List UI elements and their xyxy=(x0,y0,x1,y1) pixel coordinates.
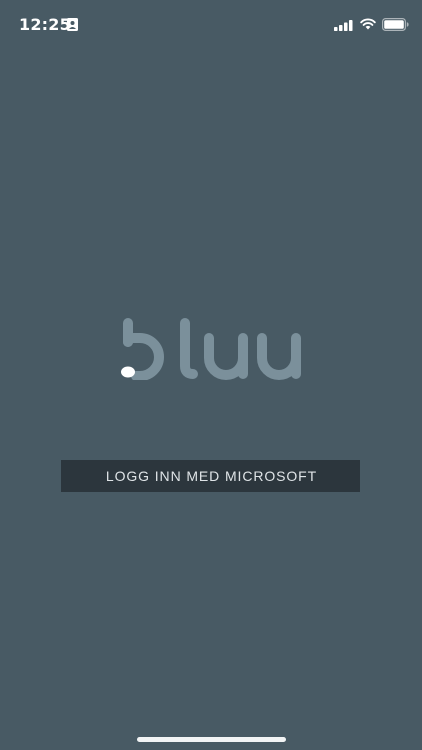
login-with-microsoft-button[interactable]: LOGG INN MED MICROSOFT xyxy=(61,460,360,492)
battery-icon xyxy=(382,18,409,31)
home-indicator[interactable] xyxy=(137,737,286,742)
login-button-label: LOGG INN MED MICROSOFT xyxy=(105,468,318,484)
bluu-logo: bluu xyxy=(121,318,301,380)
status-time: 12:25 xyxy=(19,15,71,34)
contact-card-icon xyxy=(67,18,78,31)
status-bar: 12:25 xyxy=(0,0,422,48)
cellular-signal-icon xyxy=(334,20,353,31)
wifi-icon xyxy=(360,18,376,30)
